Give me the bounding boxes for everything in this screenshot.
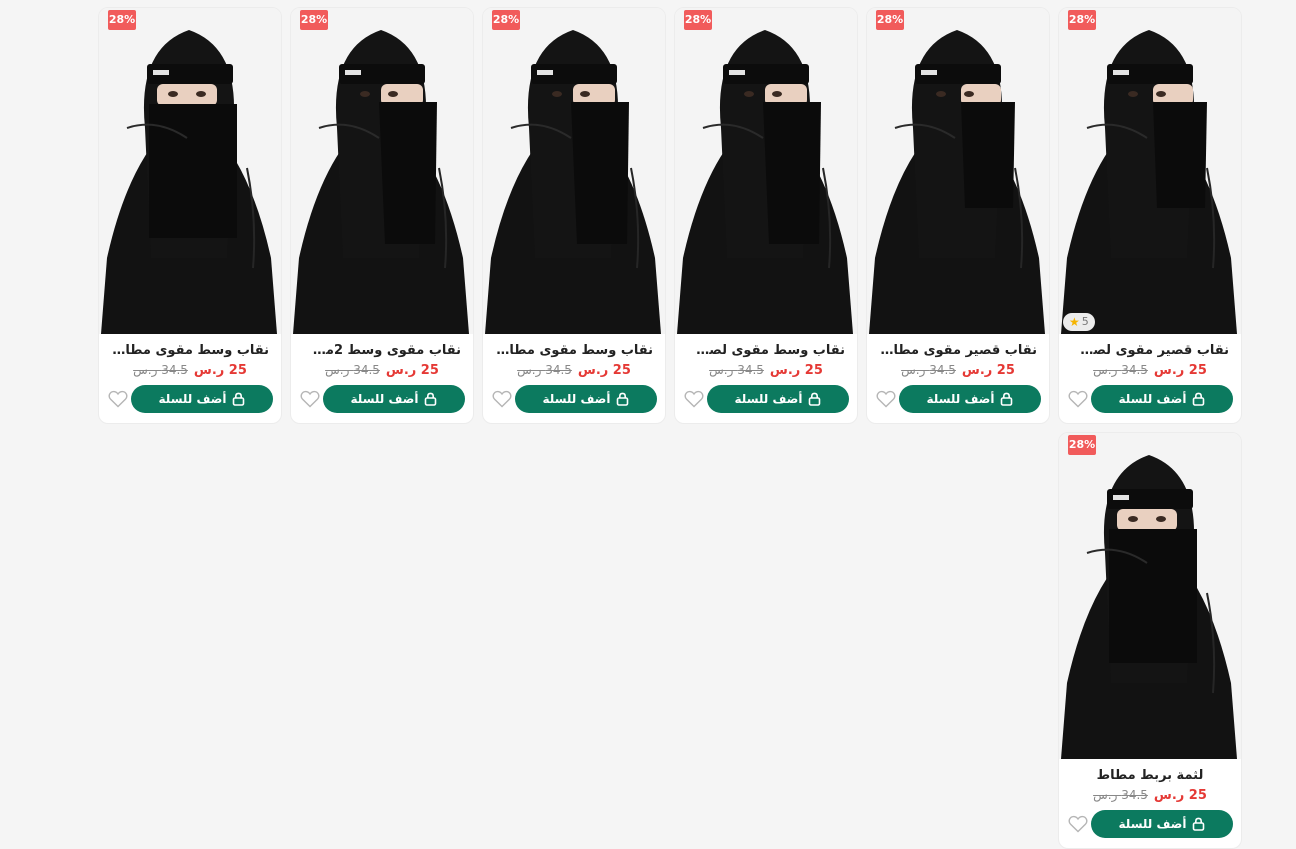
add-to-cart-button[interactable]: أضف للسلة (515, 385, 657, 413)
sale-price: 25 ر.س (577, 363, 631, 378)
discount-badge: 28% (108, 10, 136, 30)
product-card[interactable]: 28% نقاب وسط مقوى مطاط مزدوج 25 ر.س 34.5… (482, 7, 666, 424)
product-title[interactable]: نقاب قصير مقوى مطاط مائل (879, 342, 1037, 360)
sale-price: 25 ر.س (1153, 363, 1207, 378)
add-to-cart-button[interactable]: أضف للسلة (707, 385, 849, 413)
product-card[interactable]: 28% نقاب قصير مقوى مطاط مائل 25 ر.س 34.5… (866, 7, 1050, 424)
star-icon: ★ (1069, 315, 1080, 329)
add-to-cart-label: أضف للسلة (542, 392, 611, 406)
product-photo (1059, 433, 1241, 759)
discount-badge: 28% (1068, 10, 1096, 30)
sale-price: 25 ر.س (961, 363, 1015, 378)
original-price: 34.5 ر.س (517, 363, 572, 377)
lock-icon (1000, 392, 1013, 406)
lock-icon (616, 392, 629, 406)
product-title[interactable]: نقاب وسط مقوى مطاط مائل (111, 342, 269, 360)
add-to-cart-label: أضف للسلة (350, 392, 419, 406)
price-row: 25 ر.س 34.5 ر.س (1059, 363, 1241, 381)
sale-price: 25 ر.س (769, 363, 823, 378)
product-grid: 28% ★5 نقاب قصير مقوى لصق مطاط ملون 25 ر… (97, 7, 1242, 849)
price-row: 25 ر.س 34.5 ر.س (291, 363, 473, 381)
product-title[interactable]: نقاب قصير مقوى لصق مطاط ملون (1071, 342, 1229, 360)
card-actions: أضف للسلة (1067, 385, 1233, 413)
discount-badge: 28% (300, 10, 328, 30)
card-actions: أضف للسلة (491, 385, 657, 413)
card-actions: أضف للسلة (299, 385, 465, 413)
product-photo (675, 8, 857, 334)
original-price: 34.5 ر.س (133, 363, 188, 377)
product-title[interactable]: نقاب وسط مقوى لصق مطاط ملون (687, 342, 845, 360)
product-title[interactable]: نقاب مقوى وسط 2مطاط ملون (303, 342, 461, 360)
original-price: 34.5 ر.س (901, 363, 956, 377)
product-card[interactable]: 28% لثمة بربط مطاط 25 ر.س 34.5 ر.س أضف ل… (1058, 432, 1242, 849)
add-to-cart-label: أضف للسلة (1118, 392, 1187, 406)
add-to-cart-label: أضف للسلة (734, 392, 803, 406)
lock-icon (1192, 817, 1205, 831)
product-photo (483, 8, 665, 334)
lock-icon (232, 392, 245, 406)
heart-icon[interactable] (1067, 388, 1089, 410)
lock-icon (808, 392, 821, 406)
original-price: 34.5 ر.س (709, 363, 764, 377)
add-to-cart-button[interactable]: أضف للسلة (1091, 385, 1233, 413)
original-price: 34.5 ر.س (1093, 363, 1148, 377)
discount-badge: 28% (684, 10, 712, 30)
add-to-cart-button[interactable]: أضف للسلة (131, 385, 273, 413)
discount-badge: 28% (876, 10, 904, 30)
product-image[interactable]: 28% (867, 8, 1049, 334)
product-image[interactable]: 28% (675, 8, 857, 334)
card-actions: أضف للسلة (683, 385, 849, 413)
card-actions: أضف للسلة (1067, 810, 1233, 838)
card-actions: أضف للسلة (875, 385, 1041, 413)
product-photo (291, 8, 473, 334)
price-row: 25 ر.س 34.5 ر.س (867, 363, 1049, 381)
heart-icon[interactable] (1067, 813, 1089, 835)
heart-icon[interactable] (491, 388, 513, 410)
original-price: 34.5 ر.س (1093, 788, 1148, 802)
heart-icon[interactable] (683, 388, 705, 410)
product-image[interactable]: 28% (291, 8, 473, 334)
add-to-cart-label: أضف للسلة (926, 392, 995, 406)
sale-price: 25 ر.س (193, 363, 247, 378)
add-to-cart-button[interactable]: أضف للسلة (323, 385, 465, 413)
price-row: 25 ر.س 34.5 ر.س (483, 363, 665, 381)
discount-badge: 28% (492, 10, 520, 30)
add-to-cart-button[interactable]: أضف للسلة (899, 385, 1041, 413)
card-actions: أضف للسلة (107, 385, 273, 413)
product-image[interactable]: 28% (99, 8, 281, 334)
add-to-cart-label: أضف للسلة (158, 392, 227, 406)
heart-icon[interactable] (299, 388, 321, 410)
product-title[interactable]: لثمة بربط مطاط (1071, 767, 1229, 785)
add-to-cart-button[interactable]: أضف للسلة (1091, 810, 1233, 838)
price-row: 25 ر.س 34.5 ر.س (99, 363, 281, 381)
price-row: 25 ر.س 34.5 ر.س (675, 363, 857, 381)
product-photo (867, 8, 1049, 334)
price-row: 25 ر.س 34.5 ر.س (1059, 788, 1241, 806)
product-title[interactable]: نقاب وسط مقوى مطاط مزدوج (495, 342, 653, 360)
heart-icon[interactable] (107, 388, 129, 410)
lock-icon (1192, 392, 1205, 406)
product-image[interactable]: 28% (1059, 433, 1241, 759)
rating-value: 5 (1081, 315, 1089, 328)
product-photo (99, 8, 281, 334)
product-card[interactable]: 28% ★5 نقاب قصير مقوى لصق مطاط ملون 25 ر… (1058, 7, 1242, 424)
discount-badge: 28% (1068, 435, 1096, 455)
sale-price: 25 ر.س (385, 363, 439, 378)
original-price: 34.5 ر.س (325, 363, 380, 377)
lock-icon (424, 392, 437, 406)
product-card[interactable]: 28% نقاب مقوى وسط 2مطاط ملون 25 ر.س 34.5… (290, 7, 474, 424)
rating-pill: ★ 5 (1063, 313, 1095, 331)
heart-icon[interactable] (875, 388, 897, 410)
product-card[interactable]: 28% نقاب وسط مقوى مطاط مائل 25 ر.س 34.5 … (98, 7, 282, 424)
add-to-cart-label: أضف للسلة (1118, 817, 1187, 831)
product-photo (1059, 8, 1241, 334)
product-card[interactable]: 28% نقاب وسط مقوى لصق مطاط ملون 25 ر.س 3… (674, 7, 858, 424)
product-image[interactable]: 28% ★ 5 (1059, 8, 1241, 334)
product-image[interactable]: 28% (483, 8, 665, 334)
